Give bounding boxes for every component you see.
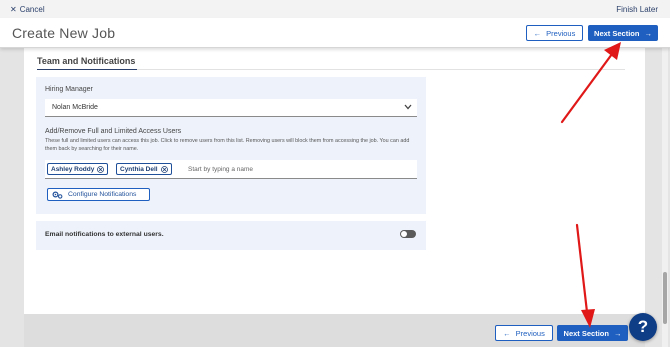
cancel-label: Cancel bbox=[19, 5, 45, 14]
header-previous-button[interactable]: ← Previous bbox=[526, 25, 583, 41]
user-chip[interactable]: Cynthia Dell bbox=[116, 163, 172, 175]
user-chip-label: Ashley Roddy bbox=[51, 165, 95, 173]
section-underline bbox=[37, 69, 137, 70]
email-toggle-panel: Email notifications to external users. bbox=[36, 221, 426, 250]
header-next-label: Next Section bbox=[594, 28, 640, 38]
arrow-left-icon: ← bbox=[533, 28, 542, 38]
team-panel: Hiring Manager Nolan McBride Add/Remove … bbox=[36, 77, 426, 214]
close-icon: ✕ bbox=[10, 5, 17, 14]
chevron-down-icon bbox=[404, 104, 412, 110]
hiring-manager-value: Nolan McBride bbox=[52, 104, 98, 111]
email-toggle-label: Email notifications to external users. bbox=[45, 231, 164, 238]
content-card: Team and Notifications Hiring Manager No… bbox=[24, 48, 645, 314]
section-title: Team and Notifications bbox=[37, 56, 136, 66]
top-bar: ✕ Cancel Finish Later bbox=[0, 0, 670, 18]
hiring-manager-select[interactable]: Nolan McBride bbox=[45, 99, 417, 117]
footer-previous-button[interactable]: ← Previous bbox=[495, 325, 553, 341]
user-search-placeholder: Start by typing a name bbox=[188, 166, 254, 173]
user-chip-label: Cynthia Dell bbox=[120, 165, 158, 173]
configure-notifications-label: Configure Notifications bbox=[68, 191, 137, 198]
configure-notifications-button[interactable]: Configure Notifications bbox=[47, 188, 150, 201]
footer-next-button[interactable]: Next Section → bbox=[557, 325, 628, 341]
gears-icon bbox=[52, 190, 63, 199]
page-header: Create New Job ← Previous Next Section → bbox=[0, 18, 670, 48]
footer-bar: ← Previous Next Section → bbox=[24, 314, 645, 347]
page-title: Create New Job bbox=[12, 25, 116, 41]
access-users-label: Add/Remove Full and Limited Access Users bbox=[45, 128, 182, 135]
access-users-help: These full and limited users can access … bbox=[45, 138, 410, 152]
finish-later-link[interactable]: Finish Later bbox=[616, 5, 658, 14]
email-toggle-switch[interactable] bbox=[400, 230, 416, 238]
toggle-knob bbox=[401, 231, 407, 237]
footer-next-label: Next Section bbox=[563, 328, 609, 338]
arrow-right-icon: → bbox=[644, 28, 652, 38]
user-search-field[interactable]: Ashley Roddy Cynthia Dell Start by typin… bbox=[45, 160, 417, 179]
user-chip[interactable]: Ashley Roddy bbox=[47, 163, 109, 175]
help-button[interactable]: ? bbox=[629, 313, 657, 341]
arrow-left-icon: ← bbox=[503, 328, 511, 338]
hiring-manager-label: Hiring Manager bbox=[45, 86, 93, 93]
cancel-link[interactable]: ✕ Cancel bbox=[10, 5, 45, 14]
remove-circle-icon[interactable] bbox=[97, 165, 105, 173]
header-next-button[interactable]: Next Section → bbox=[588, 25, 658, 41]
arrow-right-icon: → bbox=[613, 328, 622, 338]
header-previous-label: Previous bbox=[546, 28, 576, 38]
remove-circle-icon[interactable] bbox=[160, 165, 168, 173]
scrollbar-thumb[interactable] bbox=[663, 272, 667, 324]
footer-previous-label: Previous bbox=[515, 328, 545, 338]
